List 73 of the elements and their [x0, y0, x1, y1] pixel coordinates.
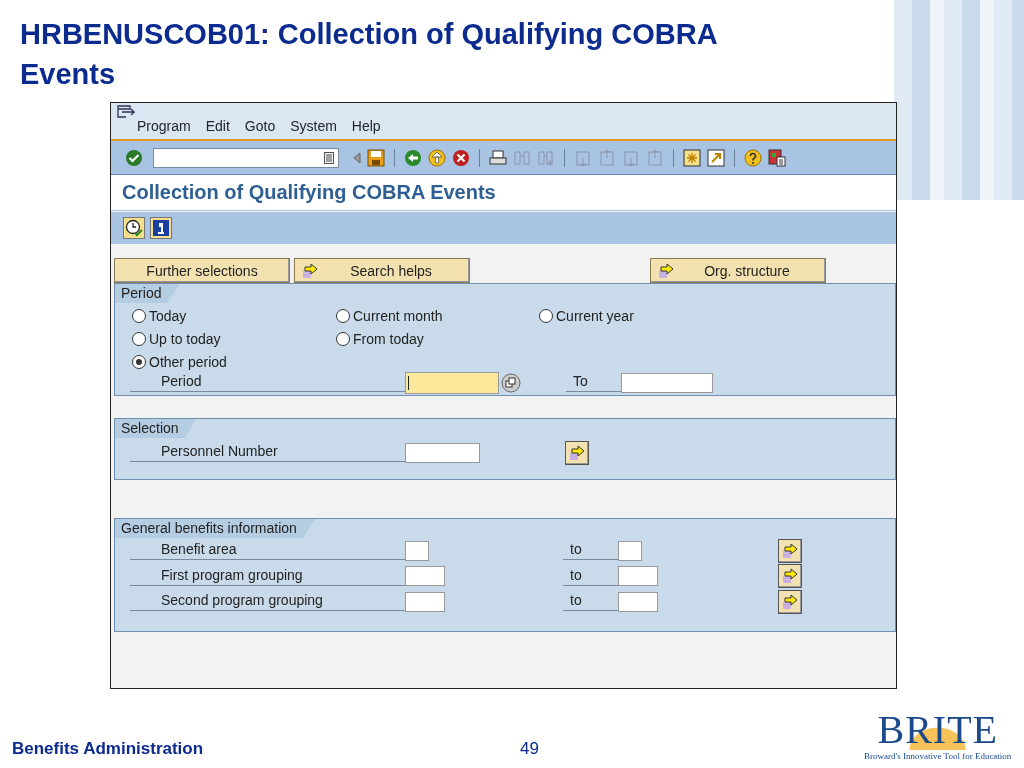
cancel-icon[interactable] — [452, 148, 470, 167]
radio-option[interactable]: Current month — [336, 308, 443, 324]
dropdown-list-icon[interactable] — [324, 151, 334, 164]
radio-button[interactable] — [539, 309, 553, 323]
arrow-right-icon — [568, 444, 586, 461]
window-menu-icon[interactable] — [117, 105, 135, 119]
radio-label: Up to today — [149, 331, 221, 347]
radio-label: Current month — [353, 308, 443, 324]
multiple-selection-button[interactable] — [565, 440, 589, 465]
radio-label: From today — [353, 331, 424, 347]
radio-label: Current year — [556, 308, 634, 324]
selection-button[interactable]: Further selections — [114, 258, 290, 283]
shortcut-icon[interactable] — [707, 148, 725, 167]
triangle-left-icon[interactable] — [353, 151, 361, 164]
arrow-right-icon — [301, 262, 319, 279]
menu-item[interactable]: Program — [137, 118, 191, 134]
clock-check-icon[interactable] — [123, 217, 145, 239]
to-input[interactable] — [618, 591, 658, 612]
radio-button[interactable] — [336, 332, 350, 346]
radio-option[interactable]: Up to today — [132, 331, 221, 347]
layout-icon[interactable] — [768, 148, 786, 167]
info-icon[interactable] — [150, 217, 172, 239]
field-label: Personnel Number — [130, 443, 405, 462]
command-field[interactable] — [153, 147, 339, 168]
menu-item[interactable]: Edit — [205, 118, 230, 134]
menu-item[interactable]: Goto — [244, 118, 276, 134]
radio-button[interactable] — [132, 332, 146, 346]
value-help-icon[interactable] — [501, 372, 521, 393]
selection-button[interactable]: Search helps — [294, 258, 470, 283]
menu-item[interactable]: System — [290, 118, 337, 134]
arrow-right-icon — [657, 262, 675, 279]
arrow-right-icon — [781, 593, 799, 610]
radio-button[interactable] — [132, 309, 146, 323]
radio-option[interactable]: Today — [132, 308, 187, 324]
from-input[interactable] — [405, 591, 445, 612]
group-title: Period — [115, 284, 180, 303]
personnel-number-input[interactable] — [405, 442, 480, 463]
multiple-selection-button[interactable] — [778, 538, 802, 563]
group-title: General benefits information — [115, 519, 315, 538]
radio-option[interactable]: Current year — [539, 308, 634, 324]
slide-title: HRBENUSCOB01: Collection of Qualifying COBRA Events — [20, 17, 718, 92]
field-label: Benefit area — [130, 541, 405, 561]
field-label: Second program grouping — [130, 592, 405, 612]
period-to-input[interactable] — [621, 372, 713, 393]
screen-title: Collection of Qualifying COBRA Events — [111, 175, 896, 211]
menu-item[interactable]: Help — [351, 118, 381, 134]
print-icon[interactable] — [489, 148, 507, 167]
help-icon[interactable] — [744, 148, 762, 167]
arrow-right-icon — [781, 568, 799, 585]
radio-label: Other period — [149, 354, 227, 370]
radio-button[interactable] — [336, 309, 350, 323]
save-icon[interactable] — [367, 148, 385, 167]
radio-option[interactable]: Other period — [132, 354, 227, 370]
from-input[interactable] — [405, 540, 429, 561]
enter-check-icon[interactable] — [125, 148, 143, 167]
logo-tagline: Broward's Innovative Tool for Education — [864, 750, 1012, 762]
from-input[interactable] — [405, 566, 445, 587]
field-label: Period — [130, 373, 405, 392]
radio-label: Today — [149, 308, 187, 324]
page-number: 49 — [520, 739, 539, 759]
arrow-right-icon — [781, 542, 799, 559]
period-input[interactable] — [405, 371, 499, 394]
to-input[interactable] — [618, 540, 642, 561]
multiple-selection-button[interactable] — [778, 589, 802, 614]
field-label: First program grouping — [130, 566, 405, 586]
multiple-selection-button[interactable] — [778, 564, 802, 589]
to-input[interactable] — [618, 566, 658, 587]
radio-option[interactable]: From today — [336, 331, 424, 347]
footer-text: Benefits Administration — [12, 739, 205, 759]
group-title: Selection — [115, 419, 197, 438]
new-session-icon[interactable] — [683, 148, 701, 167]
selection-button[interactable]: Org. structure — [650, 258, 826, 283]
radio-button[interactable] — [132, 355, 146, 369]
